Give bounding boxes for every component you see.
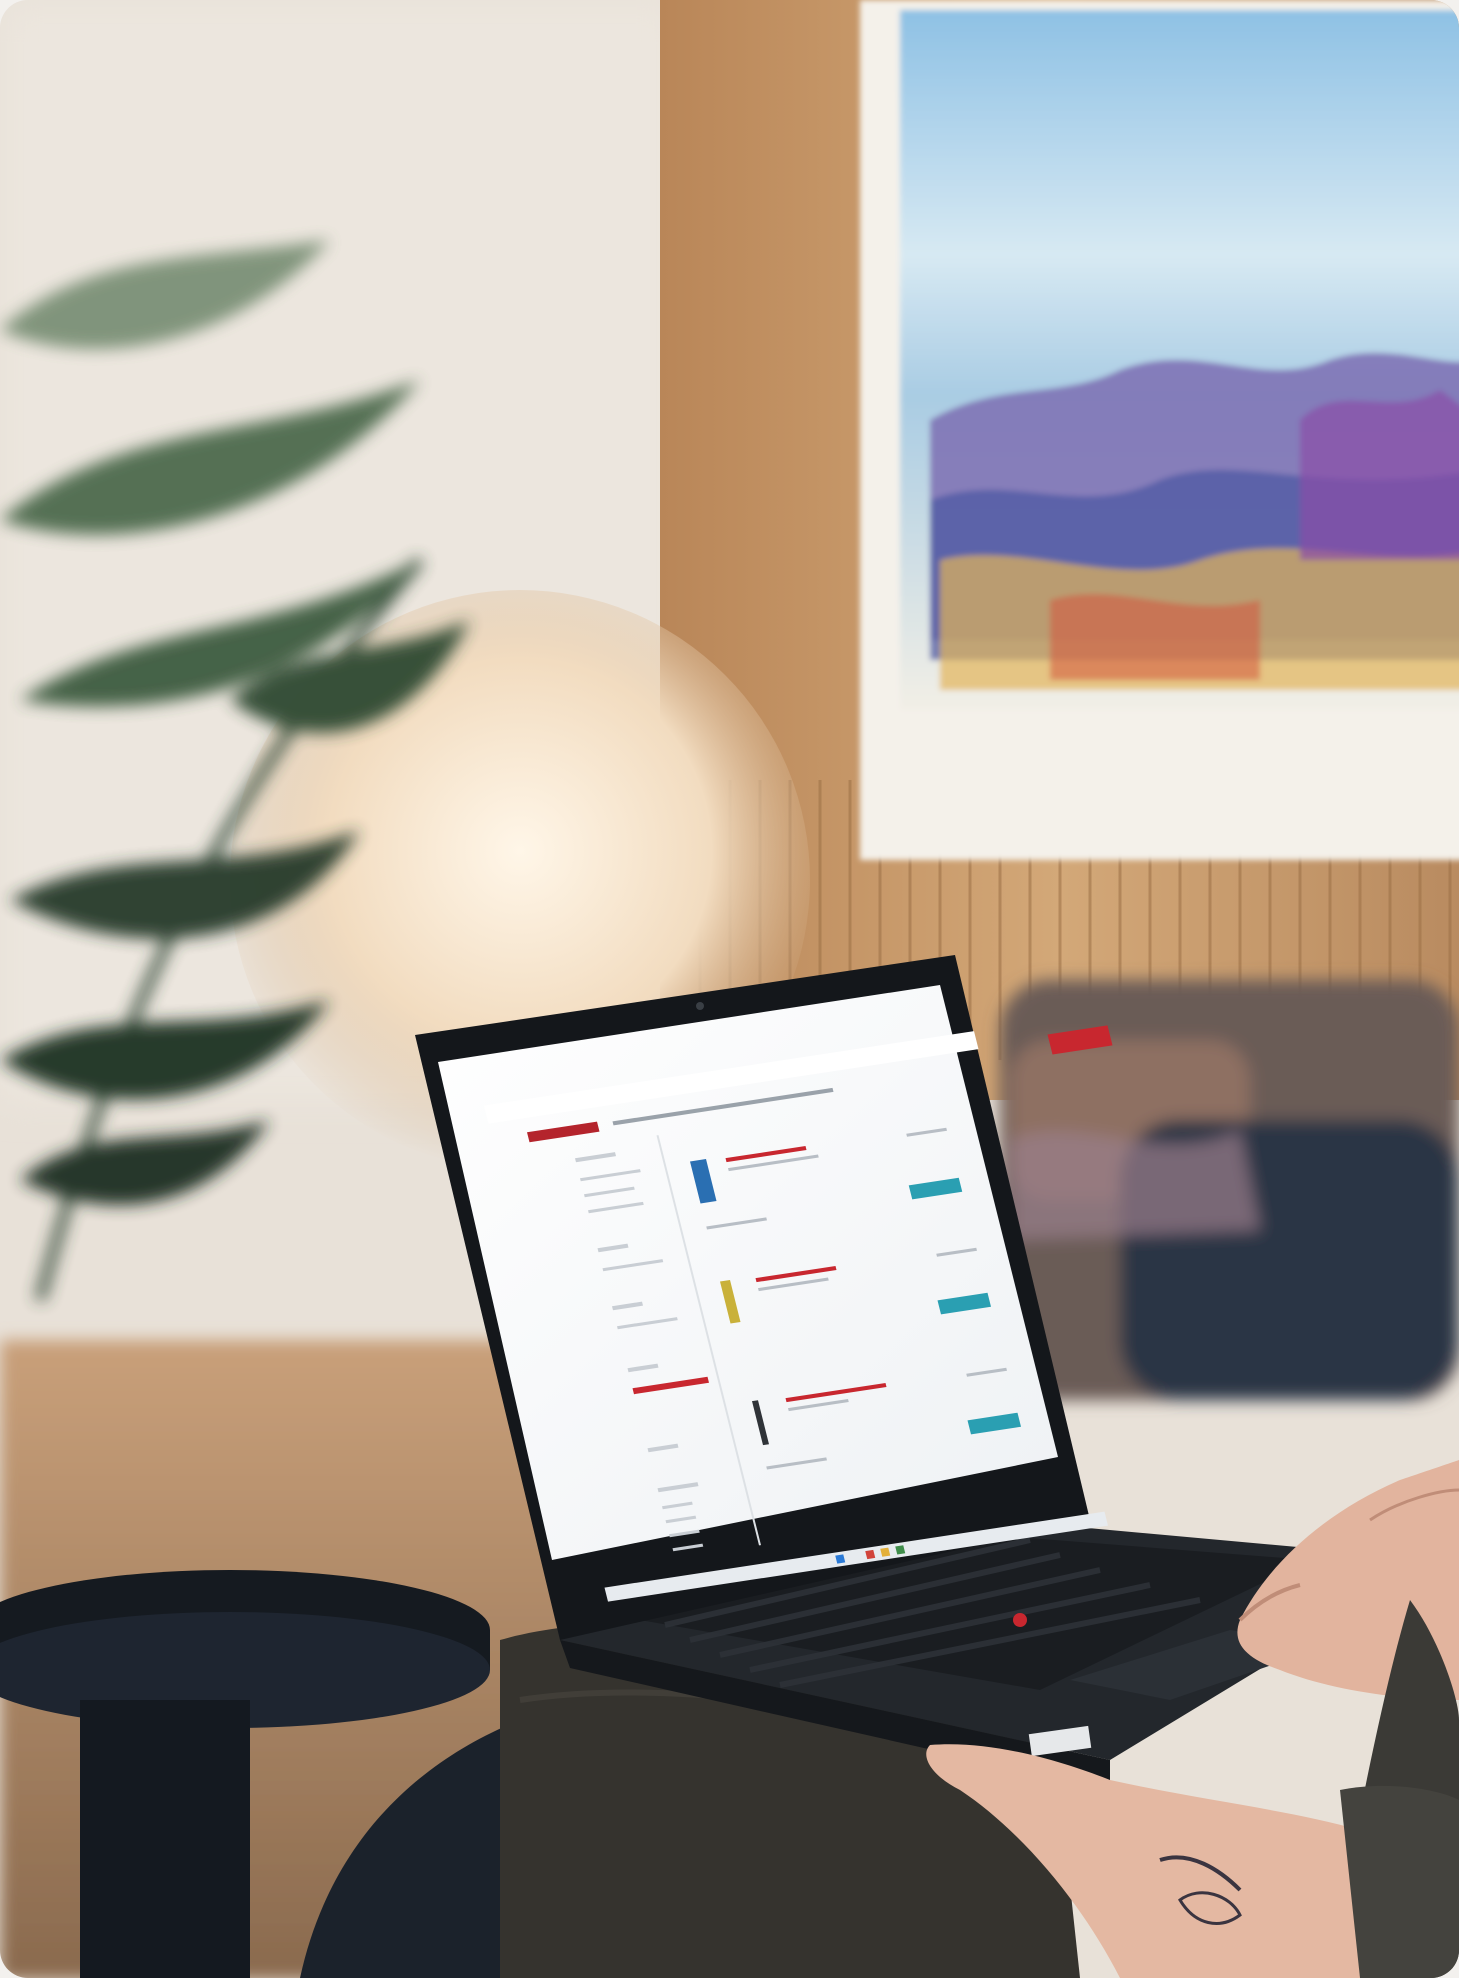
- trackpoint: [1013, 1613, 1027, 1627]
- wall-painting: [860, 0, 1459, 860]
- photo-scene: [0, 0, 1459, 1978]
- scene-illustration: [0, 0, 1459, 1978]
